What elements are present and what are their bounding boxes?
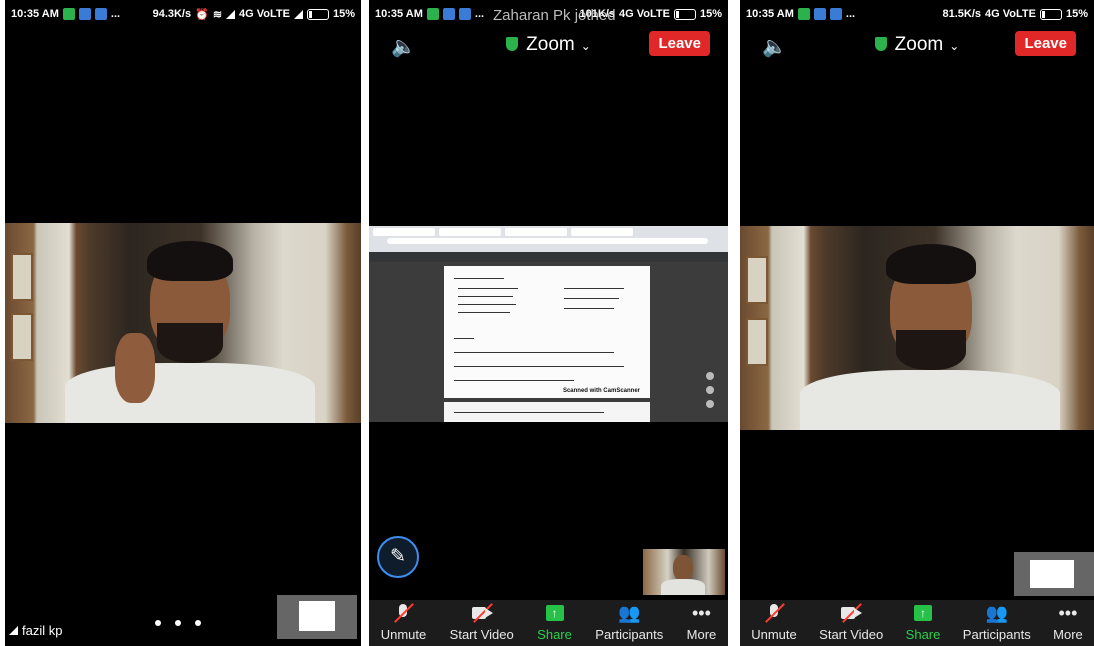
- status-time: 10:35 AM: [746, 8, 794, 20]
- video-off-icon: [841, 603, 863, 623]
- share-up-icon: ↑: [914, 605, 933, 621]
- unmute-button[interactable]: Unmute: [745, 601, 803, 643]
- facebook-icon: [813, 8, 826, 20]
- share-button[interactable]: ↑ Share: [900, 601, 947, 643]
- facebook-icon: [78, 8, 91, 20]
- active-speaker-video: [5, 223, 361, 423]
- shared-screen-view[interactable]: Scanned with CamScanner: [369, 226, 728, 422]
- chevron-down-icon: ⌄: [949, 39, 960, 53]
- participants-icon: 👥: [618, 602, 641, 623]
- more-button[interactable]: ••• More: [1047, 601, 1089, 643]
- battery-level: 15%: [332, 8, 355, 20]
- share-button[interactable]: ↑ Share: [531, 601, 578, 643]
- shared-screen-thumbnail[interactable]: [1014, 552, 1094, 596]
- battery-icon: [673, 8, 696, 20]
- meeting-top-bar: 🔈 Zoom ⌄ Leave: [740, 26, 1094, 66]
- unmute-button[interactable]: Unmute: [375, 601, 433, 643]
- app-notification-icon: [426, 8, 439, 20]
- pen-icon[interactable]: ✎: [377, 536, 419, 578]
- browser-tab-bar: [369, 226, 728, 252]
- more-notifications: ...: [474, 8, 485, 20]
- facebook-icon: [442, 8, 455, 20]
- alarm-icon: ⏰: [195, 8, 209, 21]
- start-video-button[interactable]: Start Video: [444, 601, 520, 643]
- active-speaker-video: [740, 226, 1094, 430]
- signal-icon: [226, 9, 236, 19]
- more-icon: •••: [1058, 602, 1078, 623]
- scanned-document-page-next: [444, 402, 650, 422]
- participant-name-label: fazil kp: [9, 623, 62, 638]
- app-notification-icon: [62, 8, 75, 20]
- facebook-icon: [829, 8, 842, 20]
- more-notifications: ...: [110, 8, 121, 20]
- mic-muted-icon: [393, 603, 415, 623]
- video-off-icon: [471, 603, 493, 623]
- facebook-icon: [458, 8, 471, 20]
- wifi-icon: ≋: [212, 8, 223, 21]
- facebook-icon: [94, 8, 107, 20]
- signal-icon: [293, 9, 303, 19]
- meeting-toolbar: Unmute Start Video ↑ Share 👥 Participant…: [369, 600, 728, 646]
- phone-screen-1: 10:35 AM ... 94.3K/s ⏰ ≋ 4G VoLTE 15% fa…: [5, 0, 361, 646]
- network-type: 4G VoLTE: [985, 8, 1036, 20]
- signal-icon: [9, 626, 18, 635]
- status-time: 10:35 AM: [11, 8, 59, 20]
- network-speed: 94.3K/s: [152, 8, 192, 20]
- leave-button[interactable]: Leave: [649, 31, 710, 56]
- camscanner-watermark: Scanned with CamScanner: [562, 388, 640, 394]
- status-bar: 10:35 AM ... 81.5K/s 4G VoLTE 15%: [740, 0, 1094, 28]
- pdf-toolbar: [369, 252, 728, 262]
- status-time: 10:35 AM: [375, 8, 423, 20]
- more-notifications: ...: [845, 8, 856, 20]
- more-button[interactable]: ••• More: [681, 601, 723, 643]
- meeting-top-bar: 🔈 Zoom ⌄ Leave: [369, 26, 728, 66]
- leave-button[interactable]: Leave: [1015, 31, 1076, 56]
- participants-button[interactable]: 👥 Participants: [589, 601, 669, 643]
- participant-video-person: [800, 226, 1060, 430]
- start-video-button[interactable]: Start Video: [813, 601, 889, 643]
- app-notification-icon: [797, 8, 810, 20]
- shared-screen-thumbnail[interactable]: [277, 595, 357, 639]
- participants-icon: 👥: [985, 602, 1008, 623]
- page-indicator[interactable]: [155, 620, 201, 626]
- participants-button[interactable]: 👥 Participants: [957, 601, 1037, 643]
- battery-level: 15%: [1065, 8, 1088, 20]
- scanned-document-page: Scanned with CamScanner: [444, 266, 650, 398]
- shield-icon: [506, 37, 519, 51]
- shield-icon: [874, 37, 887, 51]
- phone-screen-2: 10:35 AM ... 101K/s 4G VoLTE 15% Zaharan…: [369, 0, 728, 646]
- network-type: 4G VoLTE: [619, 8, 670, 20]
- network-speed: 81.5K/s: [942, 8, 982, 20]
- meeting-toolbar: Unmute Start Video ↑ Share 👥 Participant…: [740, 600, 1094, 646]
- status-bar: 10:35 AM ... 94.3K/s ⏰ ≋ 4G VoLTE 15%: [5, 0, 361, 28]
- battery-icon: [1039, 8, 1062, 20]
- network-type: 4G VoLTE: [239, 8, 290, 20]
- share-up-icon: ↑: [545, 605, 564, 621]
- participant-video-person: [65, 223, 315, 423]
- battery-icon: [306, 8, 329, 20]
- chevron-down-icon: ⌄: [580, 39, 591, 53]
- overlay-name-text: Zaharan Pk jothed: [493, 7, 616, 24]
- battery-level: 15%: [699, 8, 722, 20]
- more-icon: •••: [692, 602, 711, 623]
- mic-muted-icon: [764, 603, 785, 623]
- phone-screen-3: 10:35 AM ... 81.5K/s 4G VoLTE 15% 🔈 Zoom…: [740, 0, 1094, 646]
- self-video-thumbnail[interactable]: [643, 549, 725, 595]
